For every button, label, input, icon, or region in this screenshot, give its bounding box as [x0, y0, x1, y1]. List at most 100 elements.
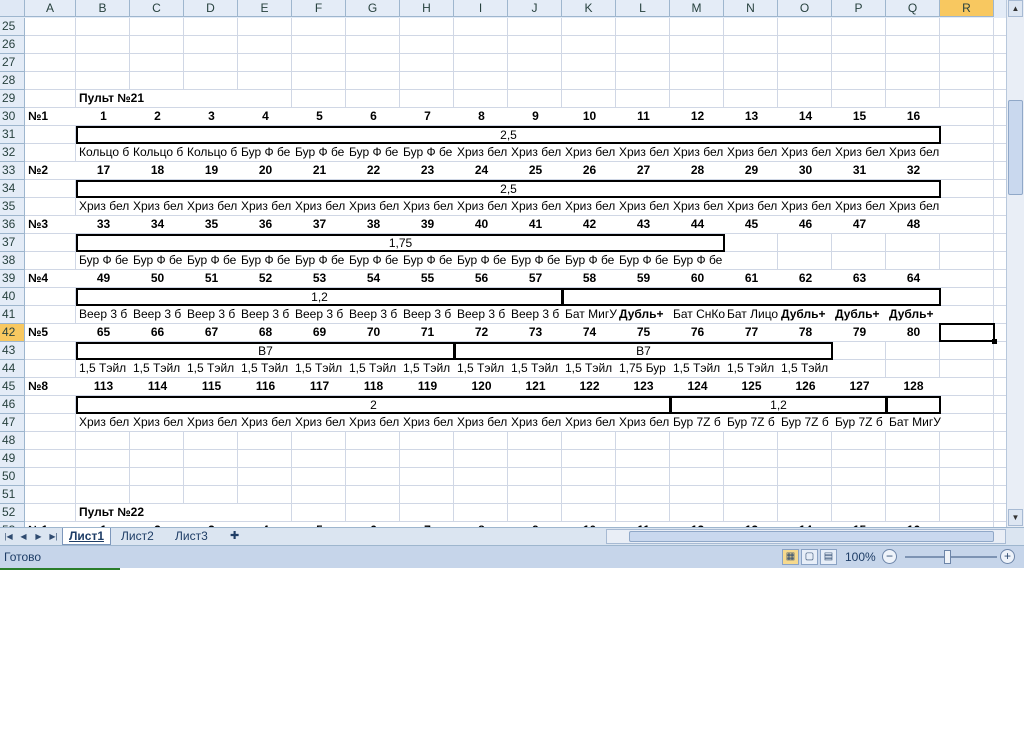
row-label[interactable]: №5 [26, 324, 78, 341]
row-header-46[interactable]: 46 [0, 396, 25, 414]
item-cell[interactable]: Бур Ф бе [563, 252, 618, 269]
row-label[interactable]: №8 [26, 378, 78, 395]
position-number[interactable]: 114 [131, 378, 184, 395]
position-number[interactable]: 51 [185, 270, 238, 287]
item-cell[interactable]: Хриз бел [725, 198, 780, 215]
position-number[interactable]: 4 [239, 108, 292, 125]
item-cell[interactable]: Бат Лицо [725, 306, 780, 323]
merged-range[interactable] [562, 288, 941, 306]
item-cell[interactable]: Бур Ф бе [671, 252, 726, 269]
item-cell[interactable]: Хриз бел [347, 414, 402, 431]
page-break-view-icon[interactable]: ▤ [820, 549, 837, 565]
column-header-B[interactable]: B [76, 0, 130, 17]
vertical-scrollbar[interactable]: ▲ ▼ [1006, 0, 1024, 527]
vertical-scroll-thumb[interactable] [1008, 100, 1023, 195]
column-header-C[interactable]: C [130, 0, 184, 17]
position-number[interactable]: 17 [77, 162, 130, 179]
position-number[interactable]: 8 [455, 108, 508, 125]
row-label[interactable]: №4 [26, 270, 78, 287]
position-number[interactable]: 70 [347, 324, 400, 341]
item-cell[interactable]: Бур 7Z б [833, 414, 888, 431]
item-cell[interactable]: Бур Ф бе [293, 144, 348, 161]
item-cell[interactable]: Кольцо б [131, 144, 186, 161]
position-number[interactable]: 13 [725, 108, 778, 125]
sheet-tab-2[interactable]: Лист2 [115, 528, 160, 544]
item-cell[interactable]: Хриз бел [185, 198, 240, 215]
column-header-A[interactable]: A [25, 0, 76, 17]
position-number[interactable]: 61 [725, 270, 778, 287]
position-number[interactable]: 1 [77, 108, 130, 125]
position-number[interactable]: 19 [185, 162, 238, 179]
position-number[interactable]: 63 [833, 270, 886, 287]
item-cell[interactable]: 1,5 Тэйл [563, 360, 618, 377]
item-cell[interactable]: Хриз бел [131, 414, 186, 431]
merged-range[interactable]: 1,75 [76, 234, 725, 252]
row-header-41[interactable]: 41 [0, 306, 25, 324]
row-header-43[interactable]: 43 [0, 342, 25, 360]
row-header-36[interactable]: 36 [0, 216, 25, 234]
item-cell[interactable]: Хриз бел [887, 198, 942, 215]
position-number[interactable]: 34 [131, 216, 184, 233]
position-number[interactable]: 77 [725, 324, 778, 341]
position-number[interactable]: 55 [401, 270, 454, 287]
insert-sheet-icon[interactable]: ✚ [224, 528, 245, 544]
zoom-out-icon[interactable]: − [882, 549, 897, 564]
column-header-N[interactable]: N [724, 0, 778, 17]
page-layout-view-icon[interactable]: ▢ [801, 549, 818, 565]
fill-handle[interactable] [992, 339, 997, 344]
column-header-F[interactable]: F [292, 0, 346, 17]
item-cell[interactable]: Веер 3 б [293, 306, 348, 323]
position-number[interactable]: 43 [617, 216, 670, 233]
position-number[interactable]: 42 [563, 216, 616, 233]
merged-range[interactable]: B7 [454, 342, 833, 360]
row-header-50[interactable]: 50 [0, 468, 25, 486]
position-number[interactable]: 26 [563, 162, 616, 179]
row-header-48[interactable]: 48 [0, 432, 25, 450]
item-cell[interactable]: Бур Ф бе [509, 252, 564, 269]
column-header-I[interactable]: I [454, 0, 508, 17]
position-number[interactable]: 5 [293, 108, 346, 125]
item-cell[interactable]: Хриз бел [455, 198, 510, 215]
position-number[interactable]: 65 [77, 324, 130, 341]
horizontal-scroll-thumb[interactable] [629, 531, 994, 542]
position-number[interactable]: 48 [887, 216, 940, 233]
position-number[interactable]: 40 [455, 216, 508, 233]
item-cell[interactable]: Хриз бел [671, 198, 726, 215]
item-cell[interactable]: Хриз бел [671, 144, 726, 161]
row-header-45[interactable]: 45 [0, 378, 25, 396]
position-number[interactable]: 125 [725, 378, 778, 395]
position-number[interactable]: 117 [293, 378, 346, 395]
position-number[interactable]: 11 [617, 108, 670, 125]
row-header-25[interactable]: 25 [0, 18, 25, 36]
item-cell[interactable]: Бур Ф бе [293, 252, 348, 269]
position-number[interactable]: 124 [671, 378, 724, 395]
sheet-tab-1[interactable]: Лист1 [62, 528, 112, 545]
item-cell[interactable]: Бур Ф бе [347, 144, 402, 161]
position-number[interactable]: 57 [509, 270, 562, 287]
item-cell[interactable]: Дубль+ [887, 306, 942, 323]
item-cell[interactable]: Хриз бел [617, 144, 672, 161]
position-number[interactable]: 69 [293, 324, 346, 341]
item-cell[interactable]: Бур Ф бе [239, 144, 294, 161]
position-number[interactable]: 119 [401, 378, 454, 395]
item-cell[interactable]: 1,5 Тэйл [725, 360, 780, 377]
item-cell[interactable]: Хриз бел [293, 414, 348, 431]
item-cell[interactable]: Хриз бел [239, 198, 294, 215]
prev-sheet-icon[interactable]: ◀ [17, 529, 30, 544]
position-number[interactable]: 2 [131, 108, 184, 125]
column-header-D[interactable]: D [184, 0, 238, 17]
position-number[interactable]: 27 [617, 162, 670, 179]
position-number[interactable]: 53 [293, 270, 346, 287]
item-cell[interactable]: Веер 3 б [509, 306, 564, 323]
item-cell[interactable]: Хриз бел [563, 198, 618, 215]
item-cell[interactable]: Хриз бел [779, 198, 834, 215]
position-number[interactable]: 78 [779, 324, 832, 341]
row-label[interactable]: №1 [26, 108, 78, 125]
item-cell[interactable]: 1,5 Тэйл [401, 360, 456, 377]
position-number[interactable]: 24 [455, 162, 508, 179]
column-header-O[interactable]: O [778, 0, 832, 17]
position-number[interactable]: 3 [185, 108, 238, 125]
row-header-40[interactable]: 40 [0, 288, 25, 306]
item-cell[interactable]: Хриз бел [77, 198, 132, 215]
position-number[interactable]: 28 [671, 162, 724, 179]
